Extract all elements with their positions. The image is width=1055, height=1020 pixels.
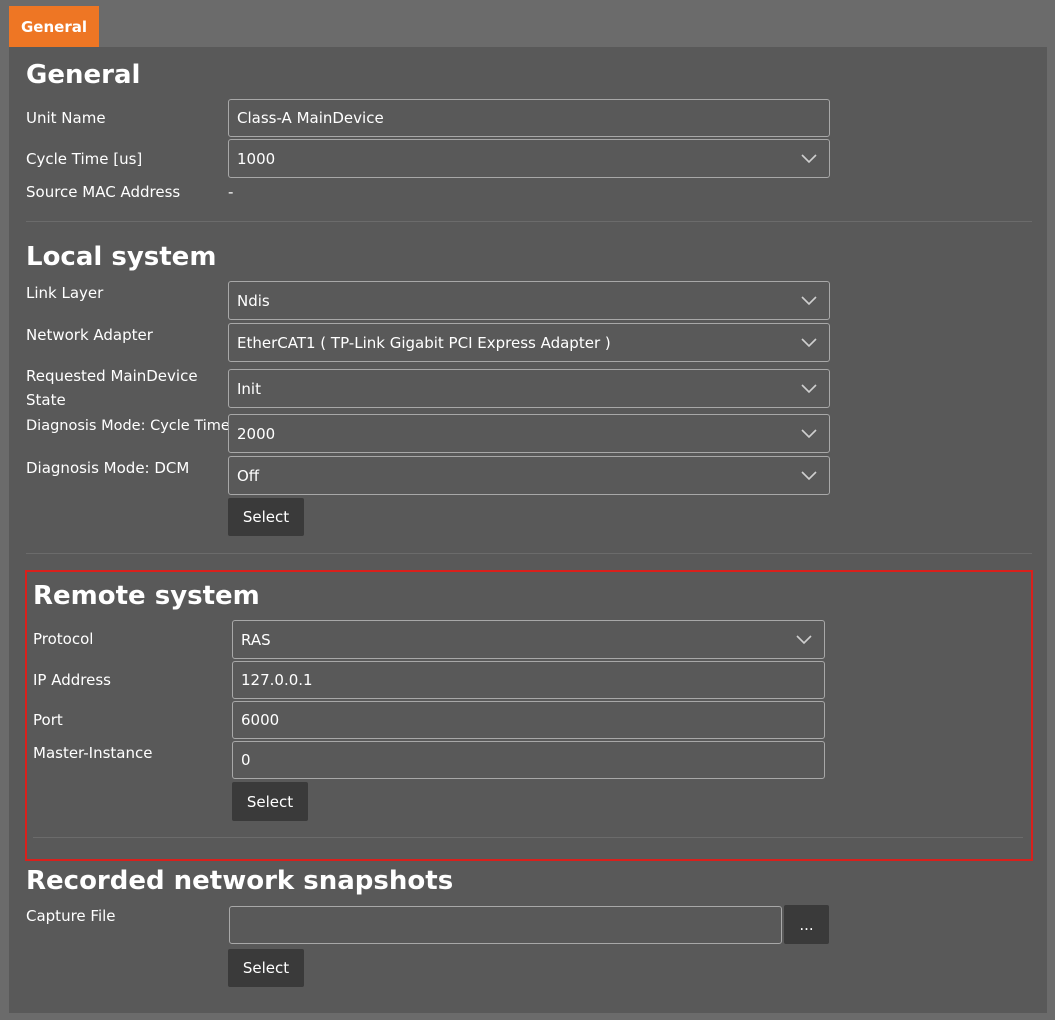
- section-divider: [26, 221, 1032, 222]
- diag-cycle-time-label: Diagnosis Mode: Cycle Time: [26, 418, 230, 434]
- chevron-down-icon: [801, 153, 817, 163]
- requested-state-label-line1: Requested MainDevice: [26, 367, 198, 385]
- browse-button[interactable]: ...: [784, 905, 829, 944]
- diag-dcm-select[interactable]: Off: [228, 456, 830, 495]
- requested-state-select[interactable]: Init: [228, 369, 830, 408]
- local-select-button[interactable]: Select: [228, 498, 304, 536]
- chevron-down-icon: [801, 470, 817, 480]
- cycle-time-select[interactable]: 1000: [228, 139, 830, 178]
- recorded-select-button[interactable]: Select: [228, 949, 304, 987]
- recorded-snapshots-heading: Recorded network snapshots: [26, 866, 454, 896]
- cycle-time-value: 1000: [237, 149, 276, 168]
- requested-state-label-line2: State: [26, 391, 66, 409]
- requested-state-label: Requested MainDevice State: [26, 364, 198, 412]
- diag-dcm-value: Off: [237, 466, 260, 485]
- requested-state-value: Init: [237, 379, 261, 398]
- source-mac-value: -: [228, 183, 234, 201]
- local-system-heading: Local system: [26, 242, 217, 272]
- master-instance-label: Master-Instance: [33, 744, 153, 762]
- unit-name-value: Class-A MainDevice: [237, 109, 384, 127]
- source-mac-label: Source MAC Address: [26, 183, 181, 201]
- chevron-down-icon: [801, 295, 817, 305]
- tab-general[interactable]: General: [9, 6, 99, 48]
- protocol-label: Protocol: [33, 630, 94, 648]
- chevron-down-icon: [796, 634, 812, 644]
- network-adapter-value: EtherCAT1 ( TP-Link Gigabit PCI Express …: [237, 333, 611, 352]
- diag-cycle-time-value: 2000: [237, 424, 276, 443]
- port-label: Port: [33, 711, 63, 729]
- port-input[interactable]: 6000: [232, 701, 825, 739]
- link-layer-label: Link Layer: [26, 284, 104, 302]
- unit-name-input[interactable]: Class-A MainDevice: [228, 99, 830, 137]
- network-adapter-select[interactable]: EtherCAT1 ( TP-Link Gigabit PCI Express …: [228, 323, 830, 362]
- diag-dcm-label: Diagnosis Mode: DCM: [26, 459, 190, 477]
- remote-select-button[interactable]: Select: [232, 782, 308, 821]
- ip-address-label: IP Address: [33, 671, 111, 689]
- general-panel: General Unit Name Class-A MainDevice Cyc…: [9, 47, 1047, 1013]
- general-heading: General: [26, 60, 141, 90]
- cycle-time-label: Cycle Time [us]: [26, 150, 143, 168]
- section-divider: [33, 837, 1023, 838]
- remote-system-heading: Remote system: [33, 581, 260, 611]
- port-value: 6000: [241, 711, 280, 729]
- ip-address-input[interactable]: 127.0.0.1: [232, 661, 825, 699]
- chevron-down-icon: [801, 383, 817, 393]
- capture-file-label: Capture File: [26, 907, 116, 925]
- capture-file-input[interactable]: [229, 906, 782, 944]
- master-instance-value: 0: [241, 751, 251, 769]
- master-instance-input[interactable]: 0: [232, 741, 825, 779]
- protocol-select[interactable]: RAS: [232, 620, 825, 659]
- chevron-down-icon: [801, 337, 817, 347]
- link-layer-select[interactable]: Ndis: [228, 281, 830, 320]
- ip-address-value: 127.0.0.1: [241, 671, 313, 689]
- link-layer-value: Ndis: [237, 291, 270, 310]
- section-divider: [26, 553, 1032, 554]
- chevron-down-icon: [801, 428, 817, 438]
- protocol-value: RAS: [241, 630, 271, 649]
- diag-cycle-time-select[interactable]: 2000: [228, 414, 830, 453]
- unit-name-label: Unit Name: [26, 109, 106, 127]
- network-adapter-label: Network Adapter: [26, 326, 153, 344]
